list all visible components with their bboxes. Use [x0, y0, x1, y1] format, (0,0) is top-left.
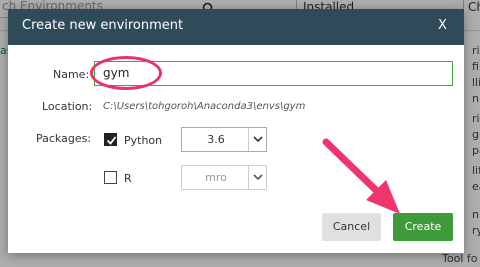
annotation-arrow-icon	[322, 138, 400, 214]
